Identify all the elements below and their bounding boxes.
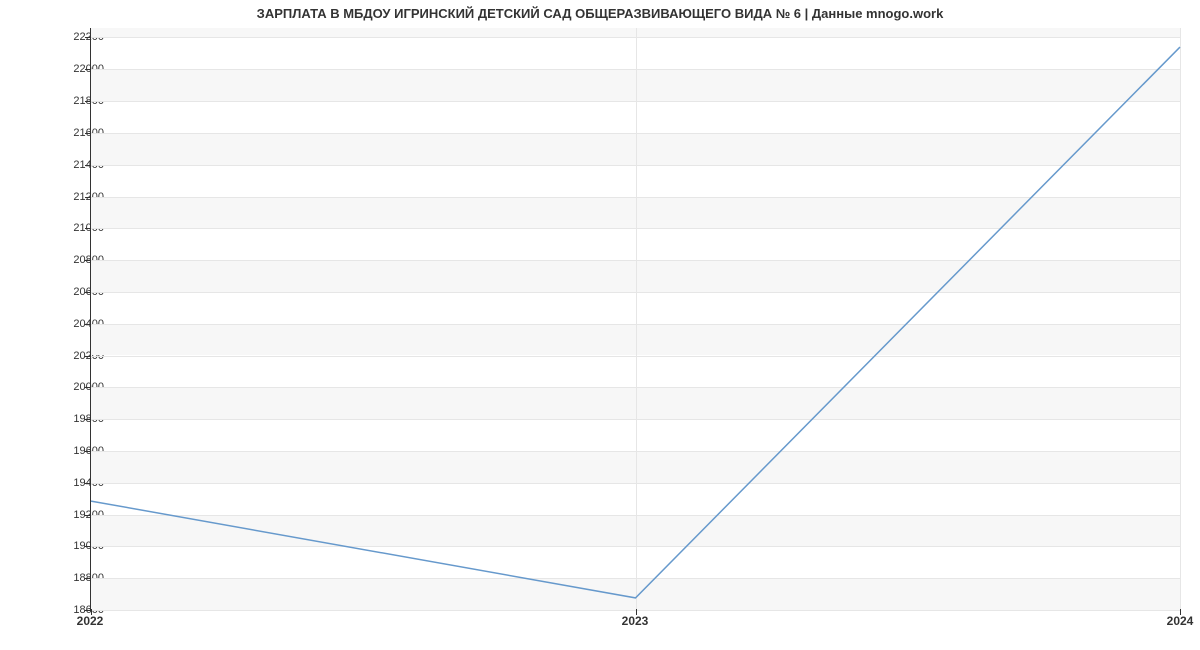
- x-tick-label: 2023: [622, 614, 649, 628]
- x-tick-label: 2024: [1167, 614, 1194, 628]
- x-tick: [1180, 609, 1181, 615]
- x-tick: [91, 609, 92, 615]
- chart-line-series: [91, 28, 1180, 609]
- chart-title: ЗАРПЛАТА В МБДОУ ИГРИНСКИЙ ДЕТСКИЙ САД О…: [0, 6, 1200, 21]
- x-gridline: [1180, 28, 1181, 609]
- plot-area: [90, 28, 1180, 610]
- x-tick: [636, 609, 637, 615]
- x-tick-label: 2022: [77, 614, 104, 628]
